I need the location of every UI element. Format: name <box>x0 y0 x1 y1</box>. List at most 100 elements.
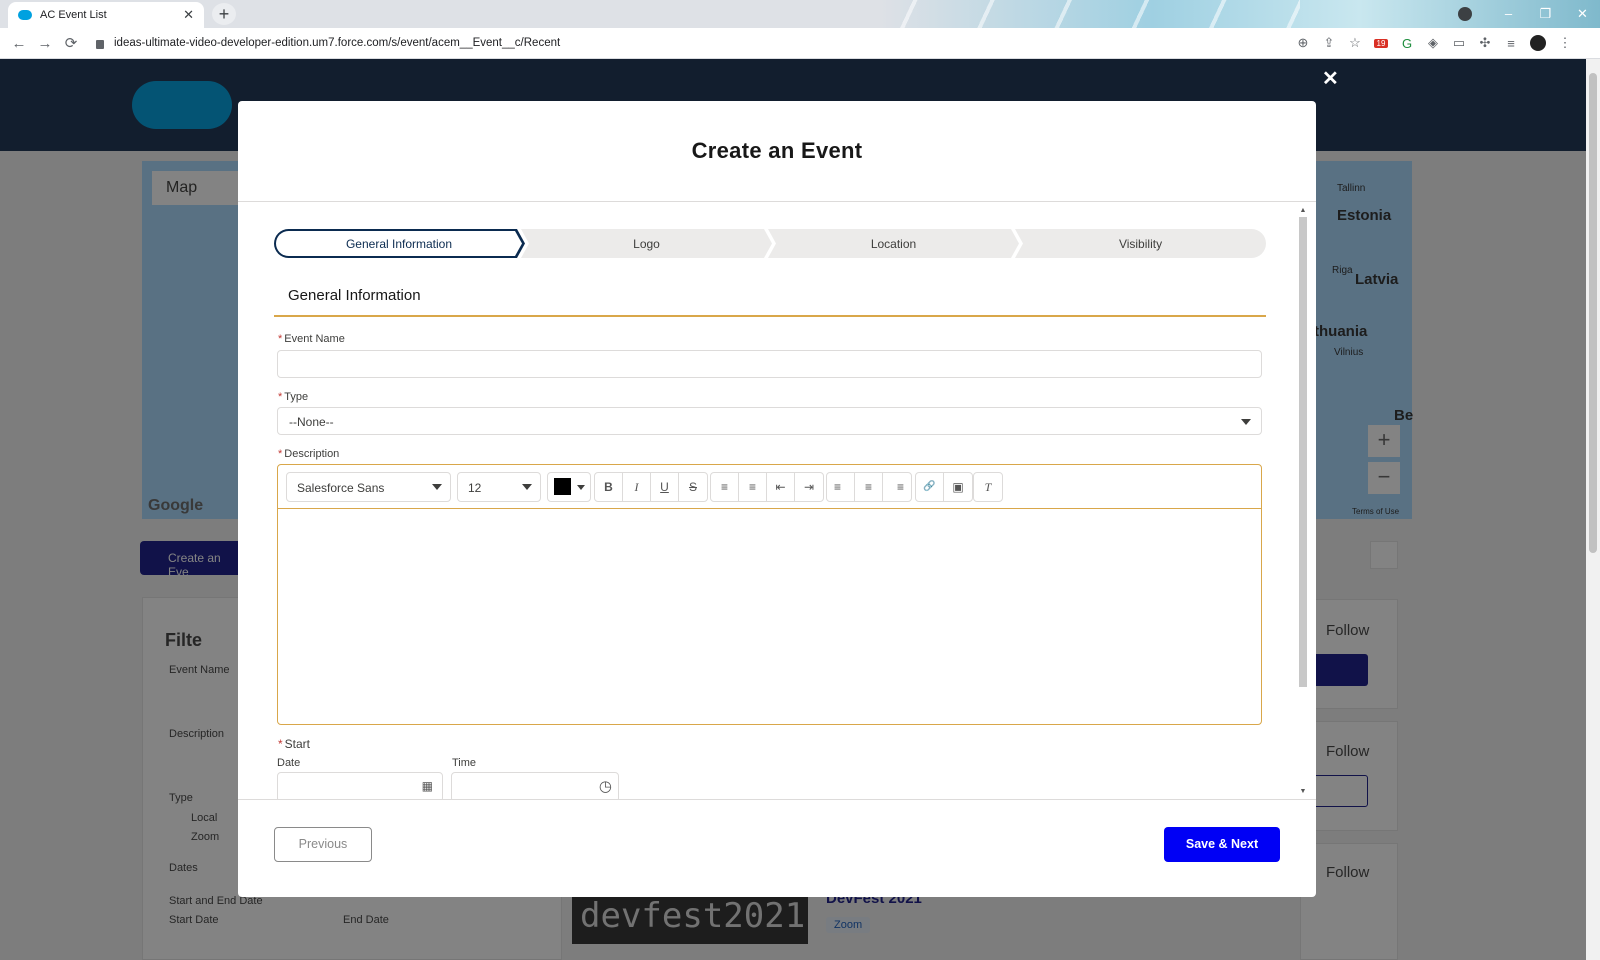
step-general-information[interactable]: General Information <box>274 229 525 258</box>
url-text: ideas-ultimate-video-developer-edition.u… <box>114 37 561 49</box>
kebab-menu-icon[interactable]: ⋮ <box>1558 35 1572 51</box>
clear-formatting-icon[interactable]: T <box>974 473 1002 501</box>
font-color-picker[interactable] <box>547 472 591 502</box>
modal-body-scrollbar[interactable]: ▲ ▼ <box>1298 207 1308 795</box>
text-style-group: B I U S <box>594 472 708 502</box>
step-logo[interactable]: Logo <box>521 229 772 258</box>
minimize-button[interactable]: – <box>1490 0 1527 28</box>
new-tab-button[interactable]: + <box>212 3 236 25</box>
align-right-icon[interactable]: ≡ <box>883 473 911 501</box>
label-text: Start <box>284 737 311 751</box>
step-label: General Information <box>276 231 522 256</box>
save-and-next-button[interactable]: Save & Next <box>1164 827 1280 862</box>
share-icon[interactable]: ⇪ <box>1322 35 1336 51</box>
bookmark-star-icon[interactable]: ☆ <box>1348 35 1362 51</box>
reload-icon[interactable]: ⟳ <box>58 34 84 52</box>
page-scrollbar[interactable] <box>1586 59 1600 960</box>
forward-icon[interactable]: → <box>32 35 58 52</box>
underline-icon[interactable]: U <box>651 473 679 501</box>
scroll-up-icon[interactable]: ▲ <box>1298 207 1308 214</box>
extension-icon[interactable]: ◈ <box>1426 35 1440 51</box>
list-group: ≡ ≡ ⇤ ⇥ <box>710 472 824 502</box>
required-marker: * <box>278 737 283 751</box>
font-size-select[interactable]: 12 <box>457 472 541 502</box>
clock-icon[interactable]: ◷ <box>599 777 612 795</box>
url-field[interactable]: ideas-ultimate-video-developer-edition.u… <box>96 37 1276 49</box>
restore-button[interactable]: ❐ <box>1527 0 1564 28</box>
insert-group: 🔗 ▣ <box>915 472 973 502</box>
page-scroll-thumb[interactable] <box>1589 73 1597 553</box>
window-controls: – ❐ ✕ <box>1490 0 1600 28</box>
grammarly-icon[interactable]: G <box>1400 36 1414 51</box>
close-window-button[interactable]: ✕ <box>1564 0 1600 28</box>
editor-toolbar: Salesforce Sans 12 B I U S ≡ ≡ ⇤ ⇥ ≡ ≡ ≡… <box>278 465 1261 509</box>
create-event-modal: Create an Event General Information Logo… <box>238 101 1316 897</box>
avatar-icon[interactable] <box>1530 35 1546 51</box>
color-swatch <box>554 478 571 495</box>
strikethrough-icon[interactable]: S <box>679 473 707 501</box>
modal-close-icon[interactable]: ✕ <box>1322 66 1339 91</box>
editor-content-area[interactable] <box>278 509 1261 724</box>
font-family-value: Salesforce Sans <box>297 481 385 495</box>
label-text: Event Name <box>284 333 345 345</box>
extension-badge-icon[interactable]: 19 <box>1374 38 1388 48</box>
event-name-label: * Event Name <box>278 333 345 345</box>
step-location[interactable]: Location <box>768 229 1019 258</box>
puzzle-icon[interactable]: ✣ <box>1478 35 1492 51</box>
section-divider <box>274 315 1266 317</box>
bulleted-list-icon[interactable]: ≡ <box>711 473 739 501</box>
progress-path: General Information Logo Location Visibi… <box>274 229 1266 258</box>
image-icon[interactable]: ▣ <box>944 473 972 501</box>
step-visibility[interactable]: Visibility <box>1015 229 1266 258</box>
extension-icon-2[interactable]: ▭ <box>1452 35 1466 51</box>
salesforce-favicon-icon <box>18 10 32 20</box>
tab-close-icon[interactable]: ✕ <box>183 7 194 23</box>
required-marker: * <box>278 448 283 460</box>
chevron-down-icon <box>1241 419 1251 425</box>
back-icon[interactable]: ← <box>6 35 32 52</box>
window-background-art <box>880 0 1300 28</box>
numbered-list-icon[interactable]: ≡ <box>739 473 767 501</box>
description-rich-text-editor: Salesforce Sans 12 B I U S ≡ ≡ ⇤ ⇥ ≡ ≡ ≡… <box>277 464 1262 725</box>
chevron-down-icon <box>522 484 532 490</box>
label-text: Type <box>284 391 309 403</box>
align-center-icon[interactable]: ≡ <box>855 473 883 501</box>
link-icon[interactable]: 🔗 <box>916 473 944 501</box>
align-left-icon[interactable]: ≡ <box>827 473 855 501</box>
bold-icon[interactable]: B <box>595 473 623 501</box>
label-text: Description <box>284 448 340 460</box>
previous-button[interactable]: Previous <box>274 827 372 862</box>
zoom-icon[interactable]: ⊕ <box>1296 35 1310 51</box>
modal-footer: Previous Save & Next <box>238 799 1316 897</box>
time-label: Time <box>452 757 477 769</box>
start-date-input[interactable]: ▦ <box>277 772 443 799</box>
type-label: * Type <box>278 391 308 403</box>
calendar-icon[interactable]: ▦ <box>422 779 433 793</box>
event-name-input[interactable] <box>277 350 1262 378</box>
profile-menu-icon[interactable] <box>1458 7 1472 21</box>
date-label: Date <box>277 757 301 769</box>
browser-tab[interactable]: AC Event List ✕ <box>8 2 204 28</box>
font-size-value: 12 <box>468 481 482 495</box>
tab-title: AC Event List <box>40 9 107 21</box>
section-title: General Information <box>288 287 421 304</box>
start-label: * Start <box>278 737 310 751</box>
outdent-icon[interactable]: ⇤ <box>767 473 795 501</box>
modal-title: Create an Event <box>691 138 863 163</box>
italic-icon[interactable]: I <box>623 473 651 501</box>
start-time-input[interactable]: ◷ <box>451 772 619 799</box>
modal-scroll-thumb[interactable] <box>1299 217 1307 687</box>
required-marker: * <box>278 333 283 345</box>
reading-list-icon[interactable]: ≡ <box>1504 36 1518 51</box>
chevron-down-icon <box>432 484 442 490</box>
browser-tab-strip: AC Event List ✕ + – ❐ ✕ <box>0 0 1600 28</box>
indent-icon[interactable]: ⇥ <box>795 473 823 501</box>
type-select-value: --None-- <box>289 415 334 429</box>
required-marker: * <box>278 391 283 403</box>
clear-format-group: T <box>973 472 1003 502</box>
address-bar: ← → ⟳ ideas-ultimate-video-developer-edi… <box>0 28 1600 59</box>
description-label: * Description <box>278 448 339 460</box>
type-select[interactable]: --None-- <box>277 407 1262 435</box>
scroll-down-icon[interactable]: ▼ <box>1298 788 1308 795</box>
font-family-select[interactable]: Salesforce Sans <box>286 472 451 502</box>
